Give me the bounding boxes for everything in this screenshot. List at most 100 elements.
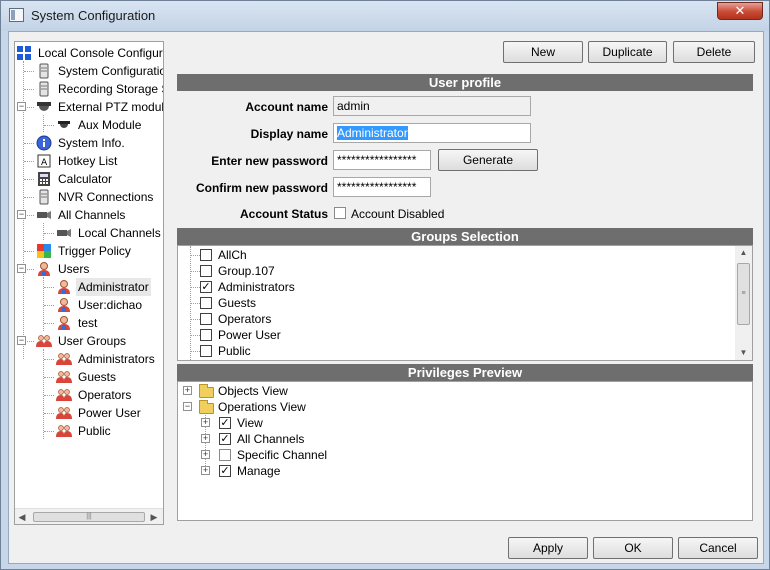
list-guide-line bbox=[190, 319, 200, 320]
privilege-checkbox: ✓ bbox=[219, 417, 231, 429]
tree-item-label: System Configuration bbox=[58, 64, 164, 78]
nvr-icon bbox=[36, 189, 52, 205]
scrollbar-thumb[interactable]: ≡ bbox=[737, 263, 750, 325]
collapse-toggle-icon[interactable]: − bbox=[17, 336, 26, 345]
group-checkbox[interactable] bbox=[200, 249, 212, 261]
close-button[interactable]: ✕ bbox=[717, 2, 763, 20]
user-icon bbox=[56, 279, 72, 295]
confirm-password-label: Confirm new password bbox=[195, 181, 328, 195]
ok-button[interactable]: OK bbox=[593, 537, 673, 559]
privilege-label: Specific Channel bbox=[237, 448, 328, 462]
tree-item-label: Local Console Configuration bbox=[38, 46, 163, 60]
scroll-left-arrow-icon[interactable]: ◀ bbox=[17, 511, 27, 523]
navigation-tree[interactable]: ◀ ||| ▶ Local Console Configuration Syste… bbox=[14, 41, 164, 525]
user-group-icon bbox=[36, 333, 52, 349]
group-checkbox[interactable]: ✓ bbox=[200, 281, 212, 293]
groups-selection-header: Groups Selection bbox=[177, 228, 753, 245]
group-checkbox[interactable] bbox=[200, 329, 212, 341]
privileges-preview-header: Privileges Preview bbox=[177, 364, 753, 381]
group-label: Guests bbox=[218, 296, 257, 310]
user-group-icon bbox=[56, 369, 72, 385]
user-icon bbox=[56, 315, 72, 331]
display-name-value: Administrator bbox=[337, 126, 408, 140]
privilege-label: Operations View bbox=[218, 400, 306, 414]
collapse-toggle-icon[interactable]: − bbox=[17, 264, 26, 273]
tree-guide-line bbox=[44, 431, 54, 432]
groups-vertical-scrollbar[interactable]: ▲ ≡ ▼ bbox=[735, 246, 752, 360]
tree-item-label: All Channels bbox=[58, 208, 126, 222]
tree-guide-line bbox=[44, 323, 54, 324]
group-label: Administrators bbox=[218, 280, 295, 294]
tree-item-label: Public bbox=[78, 424, 111, 438]
privilege-checkbox bbox=[219, 449, 231, 461]
title-bar[interactable]: System Configuration ✕ bbox=[1, 1, 769, 31]
new-password-field[interactable]: ***************** bbox=[333, 150, 431, 170]
tree-guide-line bbox=[24, 251, 34, 252]
tree-guide-line bbox=[24, 143, 34, 144]
privileges-preview-tree[interactable]: + Objects View − Operations View + ✓ View + ✓ All… bbox=[177, 381, 753, 521]
scroll-up-arrow-icon[interactable]: ▲ bbox=[738, 248, 749, 257]
new-button[interactable]: New bbox=[503, 41, 583, 63]
svg-text:A: A bbox=[41, 158, 48, 168]
user-group-icon bbox=[56, 351, 72, 367]
generate-button[interactable]: Generate bbox=[438, 149, 538, 171]
list-guide-line bbox=[190, 335, 200, 336]
collapse-toggle-icon[interactable]: − bbox=[17, 210, 26, 219]
tree-item-label: Recording Storage Se bbox=[58, 82, 163, 96]
expand-toggle-icon[interactable]: + bbox=[201, 466, 210, 475]
expand-toggle-icon[interactable]: + bbox=[201, 450, 210, 459]
tree-guide-line bbox=[43, 349, 44, 439]
group-checkbox[interactable] bbox=[200, 313, 212, 325]
account-name-field[interactable]: admin bbox=[333, 96, 531, 116]
group-checkbox[interactable] bbox=[200, 265, 212, 277]
cancel-button[interactable]: Cancel bbox=[678, 537, 758, 559]
tree-guide-line bbox=[44, 305, 54, 306]
expand-toggle-icon[interactable]: + bbox=[201, 434, 210, 443]
tree-item-label: Trigger Policy bbox=[58, 244, 131, 258]
system-configuration-window: System Configuration ✕ ◀ ||| ▶ Local Con… bbox=[0, 0, 770, 570]
user-group-icon bbox=[56, 423, 72, 439]
expand-toggle-icon[interactable]: + bbox=[183, 386, 192, 395]
tree-guide-line bbox=[44, 413, 54, 414]
tree-guide-line bbox=[44, 395, 54, 396]
expand-toggle-icon[interactable]: − bbox=[183, 402, 192, 411]
delete-button[interactable]: Delete bbox=[673, 41, 755, 63]
tree-item-label: External PTZ module bbox=[58, 100, 164, 114]
expand-toggle-icon[interactable]: + bbox=[201, 418, 210, 427]
tree-guide-line bbox=[44, 287, 54, 288]
tree-item-label: NVR Connections bbox=[58, 190, 154, 204]
duplicate-button[interactable]: Duplicate bbox=[588, 41, 667, 63]
tree-item-label: Hotkey List bbox=[58, 154, 118, 168]
tree-horizontal-scrollbar[interactable]: ◀ ||| ▶ bbox=[15, 508, 163, 524]
tree-item-label: Operators bbox=[78, 388, 132, 402]
scroll-down-arrow-icon[interactable]: ▼ bbox=[738, 348, 749, 357]
collapse-toggle-icon[interactable]: − bbox=[17, 102, 26, 111]
confirm-password-field[interactable]: ***************** bbox=[333, 177, 431, 197]
apply-button[interactable]: Apply bbox=[508, 537, 588, 559]
group-label: AllCh bbox=[218, 248, 247, 262]
info-icon bbox=[36, 135, 52, 151]
group-checkbox[interactable] bbox=[200, 345, 212, 357]
window-app-icon bbox=[9, 8, 24, 22]
tree-guide-line bbox=[44, 377, 54, 378]
tree-item-label: Administrator bbox=[76, 278, 151, 296]
user-group-icon bbox=[56, 405, 72, 421]
privilege-checkbox: ✓ bbox=[219, 465, 231, 477]
privilege-label: View bbox=[237, 416, 263, 430]
groups-selection-list[interactable]: ▲ ≡ ▼ AllCh Group.107 ✓ Administrators Guest… bbox=[177, 245, 753, 361]
display-name-field[interactable]: Administrator bbox=[333, 123, 531, 143]
scroll-right-arrow-icon[interactable]: ▶ bbox=[149, 511, 159, 523]
tree-guide-line bbox=[24, 89, 34, 90]
tree-guide-line bbox=[44, 233, 54, 234]
ptz-dome-icon bbox=[36, 99, 52, 115]
storage-icon bbox=[36, 81, 52, 97]
account-disabled-checkbox[interactable] bbox=[334, 207, 346, 219]
dialog-client-area: ◀ ||| ▶ Local Console Configuration Syste… bbox=[8, 31, 764, 564]
tree-guide-line bbox=[24, 197, 34, 198]
folder-icon bbox=[199, 384, 214, 398]
group-checkbox[interactable] bbox=[200, 297, 212, 309]
scrollbar-thumb[interactable]: ||| bbox=[33, 512, 145, 522]
list-guide-line bbox=[190, 271, 200, 272]
tree-guide-line bbox=[43, 115, 44, 132]
tree-item-label: System Info. bbox=[58, 136, 125, 150]
